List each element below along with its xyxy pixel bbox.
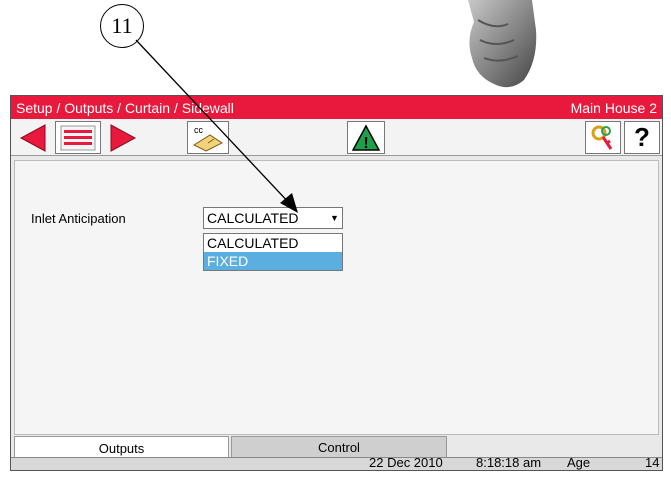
pointing-hand-icon bbox=[468, 0, 537, 88]
status-age-value: 14 bbox=[645, 455, 660, 470]
forward-arrow-icon bbox=[110, 123, 137, 152]
warning-label: ! bbox=[363, 135, 368, 152]
forward-button[interactable] bbox=[105, 121, 143, 154]
content-panel: Inlet Anticipation CALCULATED ▼ CALCULAT… bbox=[14, 160, 659, 435]
cc-label: cc bbox=[194, 125, 204, 135]
inlet-anticipation-label: Inlet Anticipation bbox=[31, 211, 126, 226]
alarm-button[interactable]: ! bbox=[347, 121, 385, 154]
status-time: 8:18:18 am bbox=[476, 455, 542, 470]
chevron-down-icon[interactable]: ▼ bbox=[326, 208, 342, 228]
option-calculated[interactable]: CALCULATED bbox=[204, 234, 342, 252]
title-bar: Setup / Outputs / Curtain / Sidewall Mai… bbox=[11, 96, 662, 119]
list-icon bbox=[60, 125, 96, 150]
status-bar: 22 Dec 2010 8:18:18 am Age 14 bbox=[11, 455, 662, 470]
option-fixed[interactable]: FIXED bbox=[204, 252, 342, 270]
breadcrumb: Setup / Outputs / Curtain / Sidewall bbox=[16, 99, 234, 116]
toolbar: cc ! ? bbox=[11, 119, 662, 156]
cc-card-button[interactable]: cc bbox=[187, 121, 229, 154]
inlet-anticipation-select[interactable]: CALCULATED ▼ bbox=[203, 207, 343, 229]
callout-number: 11 bbox=[100, 4, 144, 48]
security-key-button[interactable] bbox=[585, 121, 621, 154]
house-name: Main House 2 bbox=[570, 99, 657, 116]
help-icon: ? bbox=[634, 122, 650, 152]
back-arrow-icon bbox=[19, 123, 46, 152]
dropdown-menu: CALCULATED FIXED bbox=[203, 233, 343, 271]
back-button[interactable] bbox=[13, 121, 51, 154]
tab-bar: Outputs Control bbox=[14, 436, 659, 459]
select-value: CALCULATED bbox=[207, 210, 299, 226]
key-icon bbox=[591, 125, 613, 150]
help-button[interactable]: ? bbox=[624, 121, 660, 154]
app-window: Setup / Outputs / Curtain / Sidewall Mai… bbox=[10, 95, 663, 471]
list-button[interactable] bbox=[55, 121, 101, 154]
cc-card-icon: cc bbox=[192, 125, 223, 152]
warning-icon: ! bbox=[351, 123, 381, 152]
tab-outputs[interactable]: Outputs bbox=[14, 436, 229, 459]
status-date: 22 Dec 2010 bbox=[369, 455, 443, 470]
status-age-label: Age bbox=[567, 455, 591, 470]
